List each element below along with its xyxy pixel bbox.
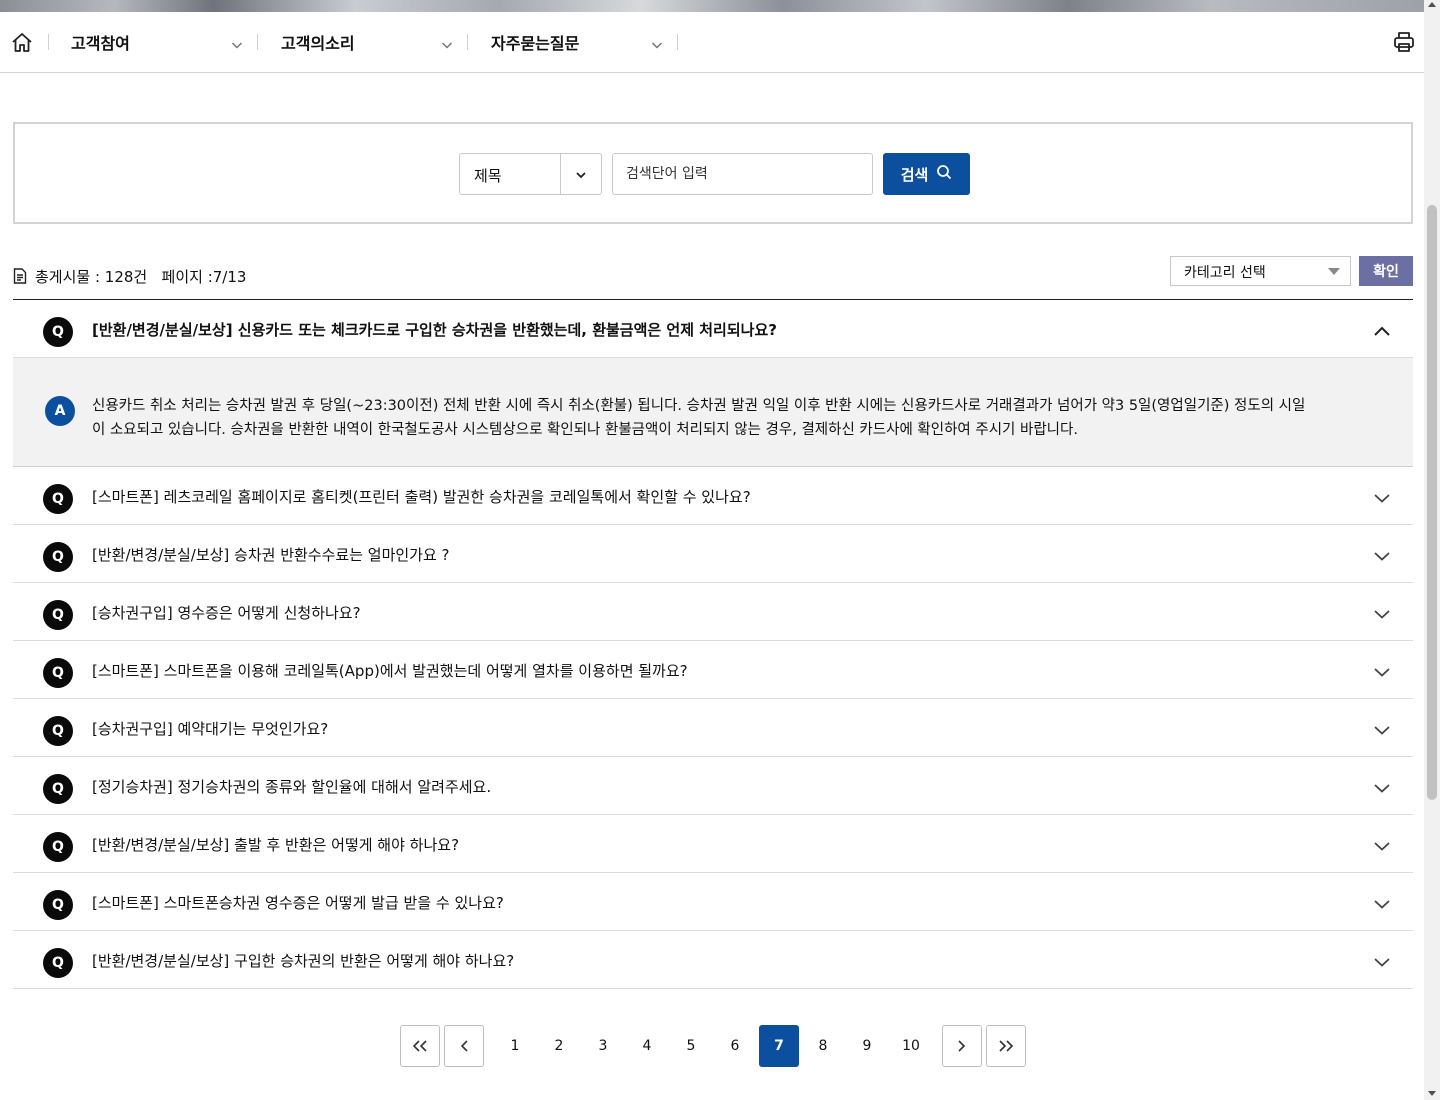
chevron-down-icon[interactable] (1373, 605, 1391, 619)
faq-question: [반환/변경/분실/보상] 승차권 반환수수료는 얼마인가요 ? (92, 546, 450, 564)
scroll-up-arrow-icon[interactable] (1428, 2, 1436, 7)
search-input[interactable] (612, 153, 873, 195)
question-badge: Q (43, 542, 73, 572)
nav-item-faq[interactable]: 자주묻는질문 (491, 12, 579, 72)
search-panel: 제목 검색 (13, 122, 1413, 224)
chevron-down-icon[interactable] (1373, 837, 1391, 851)
chevron-down-icon[interactable] (651, 36, 663, 49)
hero-banner-strip (0, 0, 1424, 12)
faq-question: [정기승차권] 정기승차권의 종류와 할인율에 대해서 알려주세요. (92, 778, 492, 796)
faq-item[interactable]: Q [스마트폰] 레츠코레일 홈페이지로 홈티켓(프린터 출력) 발권한 승차권을… (13, 467, 1413, 525)
question-badge: Q (43, 774, 73, 804)
faq-item[interactable]: Q [반환/변경/분실/보상] 승차권 반환수수료는 얼마인가요 ? (13, 525, 1413, 583)
nav-divider (257, 34, 258, 50)
faq-list: Q [반환/변경/분실/보상] 신용카드 또는 체크카드로 구입한 승차권을 반… (13, 299, 1413, 989)
nav-divider (48, 34, 49, 50)
category-select[interactable]: 카테고리 선택 (1170, 256, 1351, 286)
page-number[interactable]: 3 (583, 1025, 623, 1067)
chevron-down-icon[interactable] (1373, 953, 1391, 967)
last-page-button[interactable] (986, 1025, 1026, 1067)
faq-question: [승차권구입] 예약대기는 무엇인가요? (92, 720, 329, 738)
chevron-down-icon[interactable] (1373, 895, 1391, 909)
faq-question: [승차권구입] 영수증은 어떻게 신청하나요? (92, 604, 361, 622)
chevron-down-icon (574, 167, 588, 181)
first-page-button[interactable] (400, 1025, 440, 1067)
total-count-text: 총게시물 : 128건 페이지 :7/13 (35, 267, 247, 286)
search-button-label: 검색 (900, 165, 929, 184)
category-select-value: 카테고리 선택 (1184, 265, 1266, 281)
select-divider (560, 154, 561, 194)
page-number[interactable]: 5 (671, 1025, 711, 1067)
next-page-button[interactable] (942, 1025, 982, 1067)
nav-item-customer-participation[interactable]: 고객참여 (71, 12, 130, 72)
search-field-value: 제목 (474, 167, 502, 185)
chevron-down-icon[interactable] (1373, 721, 1391, 735)
faq-question: [스마트폰] 스마트폰승차권 영수증은 어떻게 발급 받을 수 있나요? (92, 894, 504, 912)
page-number[interactable]: 10 (891, 1025, 931, 1067)
page-number[interactable]: 4 (627, 1025, 667, 1067)
page-number-current[interactable]: 7 (759, 1025, 799, 1067)
faq-question: [반환/변경/분실/보상] 신용카드 또는 체크카드로 구입한 승차권을 반환했… (92, 321, 777, 339)
caret-down-icon (1328, 268, 1340, 275)
scrollbar-thumb[interactable] (1427, 205, 1437, 800)
question-badge: Q (43, 600, 73, 630)
search-field-select[interactable]: 제목 (459, 153, 602, 195)
search-button[interactable]: 검색 (883, 153, 970, 195)
nav-item-label: 자주묻는질문 (491, 34, 580, 53)
faq-item[interactable]: Q [스마트폰] 스마트폰을 이용해 코레일톡(App)에서 발권했는데 어떻게 … (13, 641, 1413, 699)
chevron-down-icon[interactable] (231, 36, 243, 49)
prev-page-button[interactable] (444, 1025, 484, 1067)
chevron-right-icon (958, 1040, 966, 1052)
location-nav: 고객참여 고객의소리 자주묻는질문 (0, 12, 1424, 73)
faq-item[interactable]: Q [정기승차권] 정기승차권의 종류와 할인율에 대해서 알려주세요. (13, 757, 1413, 815)
faq-item[interactable]: Q [스마트폰] 스마트폰승차권 영수증은 어떻게 발급 받을 수 있나요? (13, 873, 1413, 931)
nav-item-customer-voice[interactable]: 고객의소리 (281, 12, 355, 72)
question-badge: Q (43, 658, 73, 688)
nav-item-label: 고객참여 (71, 34, 130, 53)
page-scrollbar[interactable] (1424, 0, 1440, 1100)
question-badge: Q (43, 716, 73, 746)
faq-item-expanded[interactable]: Q [반환/변경/분실/보상] 신용카드 또는 체크카드로 구입한 승차권을 반… (13, 300, 1413, 358)
chevron-down-icon[interactable] (1373, 663, 1391, 677)
double-chevron-right-icon (999, 1040, 1014, 1052)
nav-item-label: 고객의소리 (281, 34, 355, 53)
answer-badge: A (45, 396, 75, 426)
print-icon[interactable] (1392, 30, 1416, 54)
question-badge: Q (43, 890, 73, 920)
chevron-down-icon[interactable] (1373, 489, 1391, 503)
chevron-down-icon[interactable] (1373, 547, 1391, 561)
question-badge: Q (43, 484, 73, 514)
category-confirm-button[interactable]: 확인 (1359, 256, 1413, 286)
faq-item[interactable]: Q [승차권구입] 예약대기는 무엇인가요? (13, 699, 1413, 757)
faq-question: [반환/변경/분실/보상] 구입한 승차권의 반환은 어떻게 해야 하나요? (92, 952, 515, 970)
faq-item[interactable]: Q [반환/변경/분실/보상] 출발 후 반환은 어떻게 해야 하나요? (13, 815, 1413, 873)
board-summary: 총게시물 : 128건 페이지 :7/13 (13, 262, 246, 290)
question-badge: Q (43, 832, 73, 862)
faq-answer-text: 신용카드 취소 처리는 승차권 발권 후 당일(~23:30이전) 전체 반환 … (92, 398, 1306, 438)
faq-answer: A 신용카드 취소 처리는 승차권 발권 후 당일(~23:30이전) 전체 반… (13, 358, 1413, 467)
faq-item[interactable]: Q [승차권구입] 영수증은 어떻게 신청하나요? (13, 583, 1413, 641)
page-number[interactable]: 8 (803, 1025, 843, 1067)
chevron-left-icon (460, 1040, 468, 1052)
faq-question: [반환/변경/분실/보상] 출발 후 반환은 어떻게 해야 하나요? (92, 836, 460, 854)
nav-divider (467, 34, 468, 50)
faq-question: [스마트폰] 스마트폰을 이용해 코레일톡(App)에서 발권했는데 어떻게 열… (92, 662, 688, 680)
document-icon (13, 268, 27, 284)
chevron-up-icon[interactable] (1373, 322, 1391, 336)
faq-item[interactable]: Q [반환/변경/분실/보상] 구입한 승차권의 반환은 어떻게 해야 하나요? (13, 931, 1413, 989)
page-number[interactable]: 6 (715, 1025, 755, 1067)
home-icon[interactable] (10, 31, 34, 55)
chevron-down-icon[interactable] (1373, 779, 1391, 793)
page-number[interactable]: 1 (495, 1025, 535, 1067)
search-icon (936, 164, 952, 184)
question-badge: Q (43, 317, 73, 347)
question-badge: Q (43, 948, 73, 978)
nav-divider (677, 34, 678, 50)
chevron-down-icon[interactable] (441, 36, 453, 49)
page-number[interactable]: 9 (847, 1025, 887, 1067)
faq-question: [스마트폰] 레츠코레일 홈페이지로 홈티켓(프린터 출력) 발권한 승차권을 … (92, 488, 751, 506)
scroll-down-arrow-icon[interactable] (1428, 1091, 1436, 1096)
page-number[interactable]: 2 (539, 1025, 579, 1067)
double-chevron-left-icon (412, 1040, 427, 1052)
